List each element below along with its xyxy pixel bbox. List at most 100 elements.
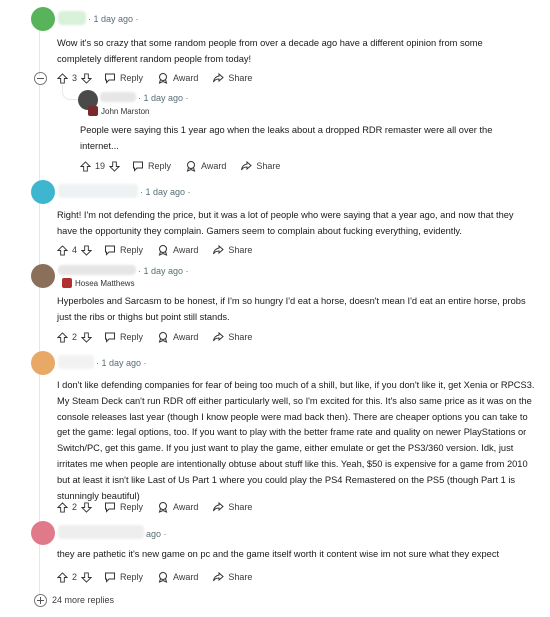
reply-label: Reply [120, 245, 144, 255]
upvote-icon[interactable] [57, 72, 68, 84]
reply-button[interactable]: Reply [132, 160, 171, 172]
vote-score: 3 [72, 73, 78, 83]
reply-button[interactable]: Reply [104, 72, 143, 84]
username-redacted[interactable] [58, 184, 138, 198]
avatar[interactable] [31, 180, 55, 204]
vote-control: 2 [57, 331, 93, 343]
vote-score: 2 [72, 332, 78, 342]
award-button[interactable]: Award [157, 331, 198, 343]
share-button[interactable]: Share [212, 501, 252, 513]
share-icon [213, 72, 225, 83]
share-icon [213, 331, 225, 342]
username-redacted[interactable] [58, 11, 86, 25]
share-button[interactable]: Share [212, 244, 252, 256]
reply-button[interactable]: Reply [104, 331, 143, 343]
vote-control: 3 [57, 72, 93, 84]
share-button[interactable]: Share [240, 160, 280, 172]
comment-time: · 1 day ago · [138, 93, 189, 103]
award-button[interactable]: Award [157, 501, 198, 513]
share-button[interactable]: Share [212, 571, 252, 583]
upvote-icon[interactable] [57, 331, 68, 343]
avatar[interactable] [31, 521, 55, 545]
award-label: Award [173, 502, 199, 512]
upvote-icon[interactable] [80, 160, 91, 172]
comment-time: · 1 day ago · [88, 14, 139, 24]
downvote-icon[interactable] [81, 331, 93, 343]
award-button[interactable]: Award [157, 244, 198, 256]
flair-icon [62, 278, 72, 288]
share-button[interactable]: Share [212, 331, 252, 343]
thread-line [39, 30, 40, 76]
downvote-icon[interactable] [81, 571, 93, 583]
vote-score: 4 [72, 245, 78, 255]
downvote-icon[interactable] [81, 501, 93, 513]
comment-actions: 3 Reply Award Share [57, 69, 266, 87]
award-icon [158, 332, 168, 343]
expand-replies-icon[interactable] [34, 594, 47, 607]
share-button[interactable]: Share [212, 72, 252, 84]
username-redacted[interactable] [100, 92, 136, 102]
share-label: Share [228, 73, 253, 83]
award-icon [158, 245, 168, 256]
avatar[interactable] [31, 351, 55, 375]
downvote-icon[interactable] [81, 72, 93, 84]
comment-body: they are pathetic it's new game on pc an… [57, 549, 500, 559]
share-icon [241, 160, 253, 171]
comment-body: Right! I'm not defending the price, but … [57, 210, 514, 236]
comment-actions: 2 Reply Award Share [57, 328, 266, 346]
flair-icon [88, 106, 98, 116]
user-flair: John Marston [88, 106, 149, 116]
upvote-icon[interactable] [57, 501, 68, 513]
reply-label: Reply [120, 73, 144, 83]
award-icon [158, 502, 168, 513]
reply-connector [62, 85, 79, 100]
reply-button[interactable]: Reply [104, 571, 143, 583]
award-button[interactable]: Award [157, 571, 198, 583]
comment-time: · 1 day ago · [138, 266, 189, 276]
vote-control: 2 [57, 501, 93, 513]
more-replies-link[interactable]: 24 more replies [52, 595, 114, 605]
share-label: Share [228, 502, 253, 512]
downvote-icon[interactable] [109, 160, 121, 172]
comment-actions: 4 Reply Award Share [57, 241, 266, 259]
reply-icon [133, 161, 144, 172]
comment-body: People were saying this 1 year ago when … [80, 125, 493, 151]
share-label: Share [228, 572, 253, 582]
avatar[interactable] [31, 264, 55, 288]
award-label: Award [201, 161, 227, 171]
vote-score: 2 [72, 572, 78, 582]
downvote-icon[interactable] [81, 244, 93, 256]
username-redacted[interactable] [58, 265, 136, 275]
award-icon [158, 73, 168, 84]
upvote-icon[interactable] [57, 571, 68, 583]
share-label: Share [256, 161, 281, 171]
award-label: Award [173, 73, 199, 83]
award-label: Award [173, 332, 199, 342]
reply-icon [105, 502, 116, 513]
username-redacted[interactable] [58, 355, 94, 369]
comment-time: · 1 day ago · [140, 187, 191, 197]
reply-label: Reply [148, 161, 172, 171]
vote-control: 19 [80, 160, 121, 172]
avatar[interactable] [31, 7, 55, 31]
user-flair: Hosea Matthews [62, 278, 135, 288]
reply-button[interactable]: Reply [104, 244, 143, 256]
share-icon [213, 571, 225, 582]
reply-label: Reply [120, 332, 144, 342]
thread-line [39, 84, 40, 594]
award-label: Award [173, 245, 199, 255]
comment-actions: 19 Reply Award Share [80, 157, 294, 175]
upvote-icon[interactable] [57, 244, 68, 256]
share-label: Share [228, 332, 253, 342]
vote-control: 4 [57, 244, 93, 256]
share-label: Share [228, 245, 253, 255]
reply-button[interactable]: Reply [104, 501, 143, 513]
reply-label: Reply [120, 572, 144, 582]
award-button[interactable]: Award [157, 72, 198, 84]
award-button[interactable]: Award [185, 160, 226, 172]
reply-icon [105, 332, 116, 343]
comment-time: ago · [146, 529, 167, 539]
username-redacted[interactable] [58, 525, 144, 539]
reply-icon [105, 73, 116, 84]
collapse-thread-icon[interactable] [34, 72, 47, 85]
